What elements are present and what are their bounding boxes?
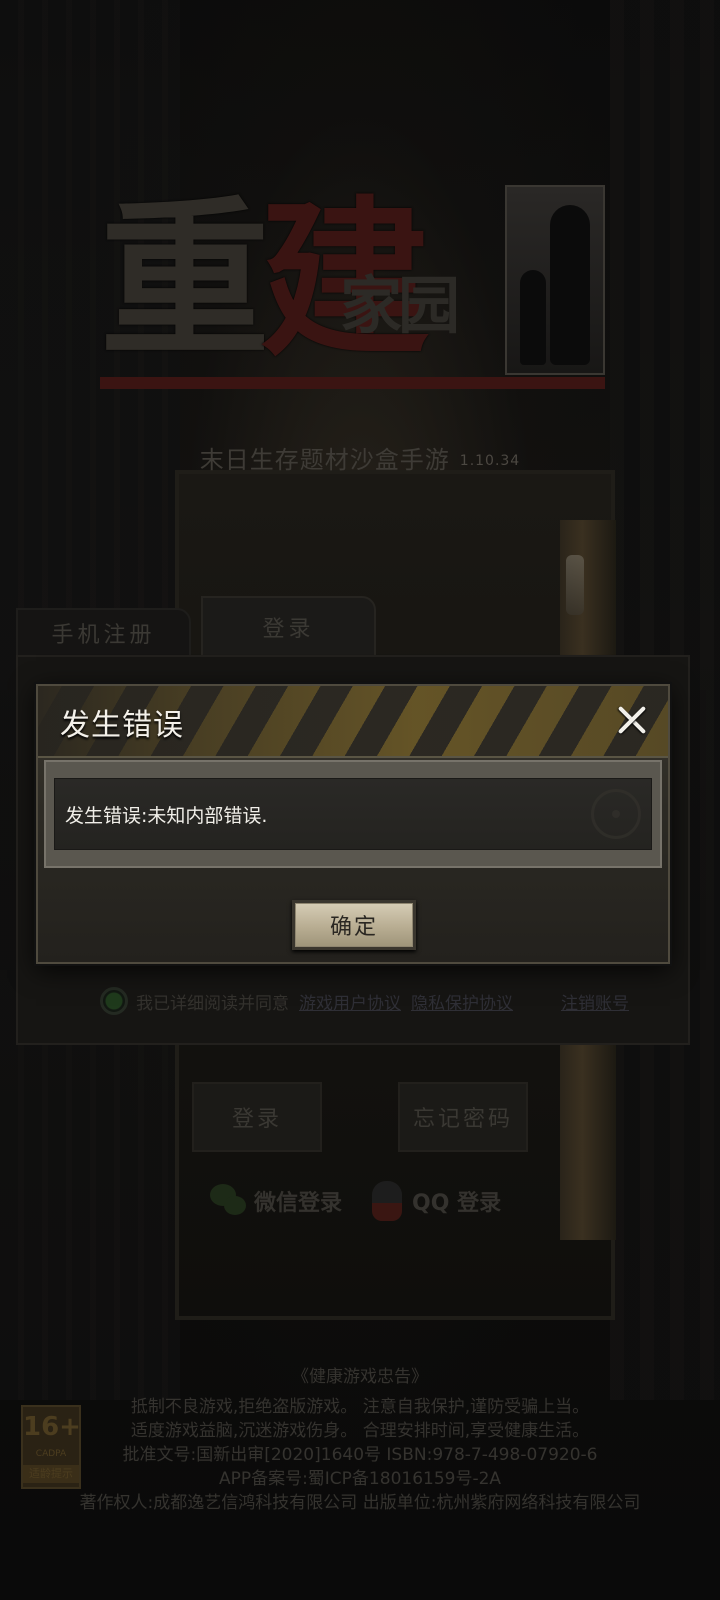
tagline-text: 末日生存题材沙盒手游 bbox=[199, 446, 450, 474]
tagline: 末日生存题材沙盒手游 1.10.34 bbox=[0, 440, 720, 475]
error-message: 发生错误:未知内部错误. bbox=[65, 804, 268, 827]
error-dialog: 发生错误 发生错误:未知内部错误. 确定 bbox=[36, 684, 670, 964]
radiation-icon bbox=[591, 789, 641, 839]
login-button[interactable]: 登录 bbox=[192, 1082, 322, 1152]
agreement-text: 我已详细阅读并同意 bbox=[136, 993, 289, 1014]
notice-line: APP备案号:蜀ICP备18016159号-2A bbox=[218, 1469, 502, 1489]
wechat-login-button[interactable]: 微信登录 bbox=[210, 1180, 342, 1222]
wall-lamp-icon bbox=[566, 555, 584, 615]
notice-line: 著作权人:成都逸艺信鸿科技有限公司 出版单位:杭州紫府网络科技有限公司 bbox=[79, 1493, 641, 1513]
agree-radio[interactable] bbox=[100, 987, 128, 1015]
message-frame: 发生错误:未知内部错误. bbox=[44, 760, 662, 868]
child-silhouette-icon bbox=[520, 270, 546, 365]
notice-line: 批准文号:国新出审[2020]1640号 ISBN:978-7-498-0792… bbox=[122, 1445, 598, 1465]
health-notice: 《健康游戏忠告》 抵制不良游戏,拒绝盗版游戏。 注意自我保护,谨防受骗上当。 适… bbox=[0, 1365, 720, 1515]
user-agreement-link[interactable]: 游戏用户协议 bbox=[299, 989, 401, 1014]
privacy-agreement-link[interactable]: 隐私保护协议 bbox=[411, 989, 513, 1014]
version-label: 1.10.34 bbox=[459, 453, 521, 469]
notice-title: 《健康游戏忠告》 bbox=[292, 1367, 428, 1387]
cancel-account-link[interactable]: 注销账号 bbox=[561, 989, 629, 1014]
login-tabs: 手机注册 登录 bbox=[16, 596, 376, 658]
qq-login-label: QQ 登录 bbox=[412, 1191, 502, 1216]
forgot-password-button[interactable]: 忘记密码 bbox=[398, 1082, 528, 1152]
message-box: 发生错误:未知内部错误. bbox=[54, 778, 652, 850]
tab-phone-register[interactable]: 手机注册 bbox=[16, 608, 191, 658]
wechat-icon bbox=[210, 1184, 248, 1218]
game-logo: 重建 家园 bbox=[100, 185, 615, 395]
agreement-row: 我已详细阅读并同意 游戏用户协议 隐私保护协议 注销账号 bbox=[100, 985, 629, 1017]
logo-char-1: 重 bbox=[100, 180, 270, 380]
tab-login[interactable]: 登录 bbox=[201, 596, 376, 658]
confirm-button[interactable]: 确定 bbox=[292, 900, 416, 950]
wechat-login-label: 微信登录 bbox=[254, 1191, 343, 1216]
qq-icon bbox=[372, 1181, 402, 1221]
dialog-title: 发生错误 bbox=[60, 708, 184, 743]
notice-line: 抵制不良游戏,拒绝盗版游戏。 注意自我保护,谨防受骗上当。 bbox=[130, 1397, 590, 1417]
close-icon[interactable] bbox=[610, 698, 654, 742]
logo-subtitle: 家园 bbox=[340, 269, 460, 342]
notice-line: 适度游戏益脑,沉迷游戏伤身。 合理安排时间,享受健康生活。 bbox=[130, 1421, 590, 1441]
qq-login-button[interactable]: QQ 登录 bbox=[372, 1180, 501, 1222]
adult-silhouette-icon bbox=[550, 205, 590, 365]
logo-underline bbox=[100, 377, 605, 389]
